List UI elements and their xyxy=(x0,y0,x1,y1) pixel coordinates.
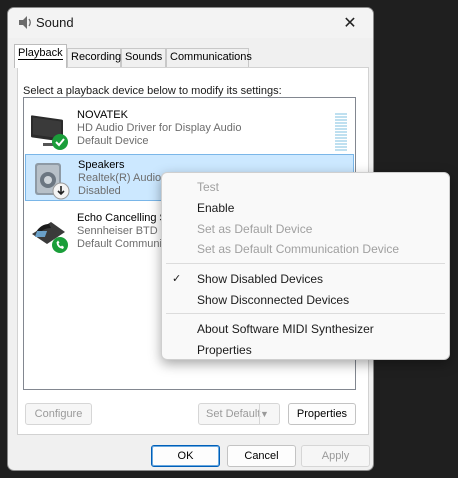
device-name: NOVATEK xyxy=(77,109,128,121)
device-text: Echo Cancelling Sp Sennheiser BTD 80 Def… xyxy=(77,212,163,251)
tab-label: Sounds xyxy=(125,51,163,63)
phone-icon xyxy=(32,222,68,253)
device-driver: Sennheiser BTD 80 xyxy=(77,225,163,237)
tab-recording[interactable]: Recording xyxy=(67,48,121,67)
apply-button[interactable]: Apply xyxy=(301,445,370,467)
cancel-label: Cancel xyxy=(244,450,279,462)
cancel-button[interactable]: Cancel xyxy=(227,445,296,467)
tab-sounds[interactable]: Sounds xyxy=(121,48,166,67)
menu-item-show-disabled-devices[interactable]: Show Disabled Devices xyxy=(197,272,323,286)
volume-level-meter xyxy=(335,113,347,153)
configure-button[interactable]: Configure xyxy=(25,403,92,425)
title-bar[interactable]: Sound ✕ xyxy=(8,8,373,38)
chevron-down-icon[interactable]: ▼ xyxy=(259,404,279,424)
tab-label: Playback xyxy=(18,47,63,60)
green-check-badge xyxy=(52,134,68,150)
menu-item-set-default-device[interactable]: Set as Default Device xyxy=(197,222,312,236)
device-status: Default Device xyxy=(77,135,149,147)
device-text: NOVATEK HD Audio Driver for Display Audi… xyxy=(77,109,241,148)
configure-label: Configure xyxy=(34,408,83,420)
device-item-novatek[interactable]: NOVATEK HD Audio Driver for Display Audi… xyxy=(25,105,354,152)
context-menu: Test Enable Set as Default Device Set as… xyxy=(161,172,450,360)
device-name: Speakers xyxy=(78,159,125,171)
close-button[interactable]: ✕ xyxy=(327,8,373,38)
monitor-icon xyxy=(31,115,68,150)
properties-label: Properties xyxy=(296,408,348,420)
ok-button[interactable]: OK xyxy=(151,445,220,467)
close-icon: ✕ xyxy=(343,15,357,32)
tab-label: Communications xyxy=(170,51,252,63)
menu-separator xyxy=(166,313,445,314)
menu-item-about-midi-synthesizer[interactable]: About Software MIDI Synthesizer xyxy=(197,322,374,336)
properties-button[interactable]: Properties xyxy=(288,403,356,425)
apply-label: Apply xyxy=(321,450,350,462)
speaker-icon xyxy=(35,163,70,200)
device-status: Default Communic xyxy=(77,238,163,250)
speaker-app-icon xyxy=(19,16,31,29)
set-default-button[interactable]: Set Default ▼ xyxy=(198,403,280,425)
menu-item-set-default-communication-device[interactable]: Set as Default Communication Device xyxy=(197,242,399,256)
ok-label: OK xyxy=(177,450,194,462)
menu-item-show-disconnected-devices[interactable]: Show Disconnected Devices xyxy=(197,293,349,307)
menu-separator xyxy=(166,263,445,264)
device-name: Echo Cancelling Sp xyxy=(77,212,163,224)
set-default-label: Set Default xyxy=(206,408,261,420)
instruction-text: Select a playback device below to modify… xyxy=(23,85,282,97)
tab-playback[interactable]: Playback xyxy=(14,44,67,68)
tab-communications[interactable]: Communications xyxy=(166,48,252,67)
device-driver: HD Audio Driver for Display Audio xyxy=(77,122,242,134)
window-title: Sound xyxy=(36,15,74,30)
menu-item-test[interactable]: Test xyxy=(197,180,219,194)
menu-item-properties[interactable]: Properties xyxy=(197,343,252,357)
menu-item-enable[interactable]: Enable xyxy=(197,201,234,215)
tab-label: Recording xyxy=(71,51,122,63)
checkmark-icon: ✓ xyxy=(172,273,182,285)
green-phone-badge xyxy=(52,237,68,253)
